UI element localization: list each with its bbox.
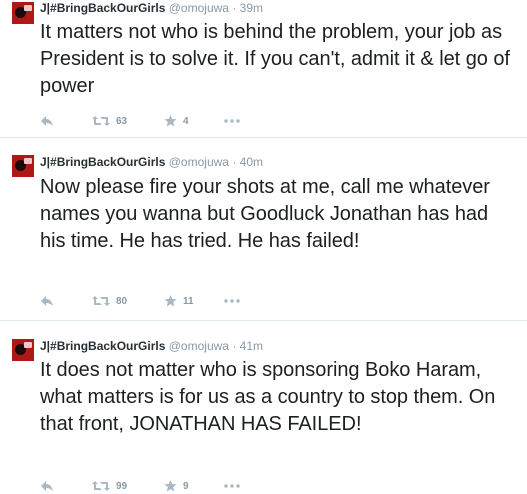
more-icon — [224, 119, 240, 123]
retweet-button[interactable]: 99 — [92, 478, 127, 494]
avatar[interactable] — [12, 2, 34, 24]
avatar[interactable] — [12, 155, 34, 177]
tweet-header: J|#BringBackOurGirls @omojuwa · 40m — [40, 154, 263, 170]
user-handle[interactable]: @omojuwa — [169, 339, 229, 353]
reply-icon — [41, 296, 53, 306]
user-name[interactable]: J|#BringBackOurGirls — [40, 155, 165, 169]
user-name[interactable]: J|#BringBackOurGirls — [40, 1, 165, 15]
more-icon — [224, 299, 240, 303]
favorite-button[interactable]: 4 — [164, 113, 189, 129]
star-icon — [164, 480, 177, 492]
retweet-count: 99 — [116, 480, 128, 492]
favorite-count: 11 — [183, 295, 194, 307]
tweet-header: J|#BringBackOurGirls @omojuwa · 39m — [40, 0, 263, 16]
separator-dot: · — [232, 339, 237, 353]
retweet-icon — [92, 296, 110, 306]
tweet-text: Now please fire your shots at me, call m… — [40, 176, 490, 252]
favorite-count: 4 — [183, 115, 189, 127]
tweet-3: J|#BringBackOurGirls @omojuwa · 41m It d… — [0, 321, 527, 494]
retweet-button[interactable]: 80 — [92, 293, 127, 309]
timestamp[interactable]: 40m — [240, 155, 263, 169]
reply-button[interactable] — [40, 478, 54, 494]
reply-icon — [41, 116, 53, 126]
retweet-button[interactable]: 63 — [92, 113, 127, 129]
star-icon — [164, 295, 177, 307]
tweet-2: J|#BringBackOurGirls @omojuwa · 40m Now … — [0, 138, 527, 321]
retweet-count: 63 — [116, 115, 128, 127]
favorite-count: 9 — [183, 480, 189, 492]
tweet-1: J|#BringBackOurGirls @omojuwa · 39m It m… — [0, 0, 527, 138]
separator-dot: · — [232, 155, 237, 169]
more-button[interactable] — [224, 113, 240, 129]
timestamp[interactable]: 39m — [240, 1, 263, 15]
timestamp[interactable]: 41m — [240, 339, 263, 353]
retweet-count: 80 — [116, 295, 128, 307]
favorite-button[interactable]: 9 — [164, 478, 189, 494]
more-button[interactable] — [224, 293, 240, 309]
avatar[interactable] — [12, 339, 34, 361]
user-handle[interactable]: @omojuwa — [169, 155, 229, 169]
retweet-icon — [92, 481, 110, 491]
more-icon — [224, 484, 240, 488]
user-name[interactable]: J|#BringBackOurGirls — [40, 339, 165, 353]
reply-button[interactable] — [40, 113, 54, 129]
tweet-text: It does not matter who is sponsoring Bok… — [40, 359, 496, 435]
tweet-text: It matters not who is behind the problem… — [40, 21, 510, 97]
favorite-button[interactable]: 11 — [164, 293, 194, 309]
user-handle[interactable]: @omojuwa — [169, 1, 229, 15]
retweet-icon — [92, 116, 110, 126]
reply-button[interactable] — [40, 293, 54, 309]
separator-dot: · — [232, 1, 237, 15]
star-icon — [164, 115, 177, 127]
reply-icon — [41, 481, 53, 491]
more-button[interactable] — [224, 478, 240, 494]
tweet-header: J|#BringBackOurGirls @omojuwa · 41m — [40, 338, 263, 354]
